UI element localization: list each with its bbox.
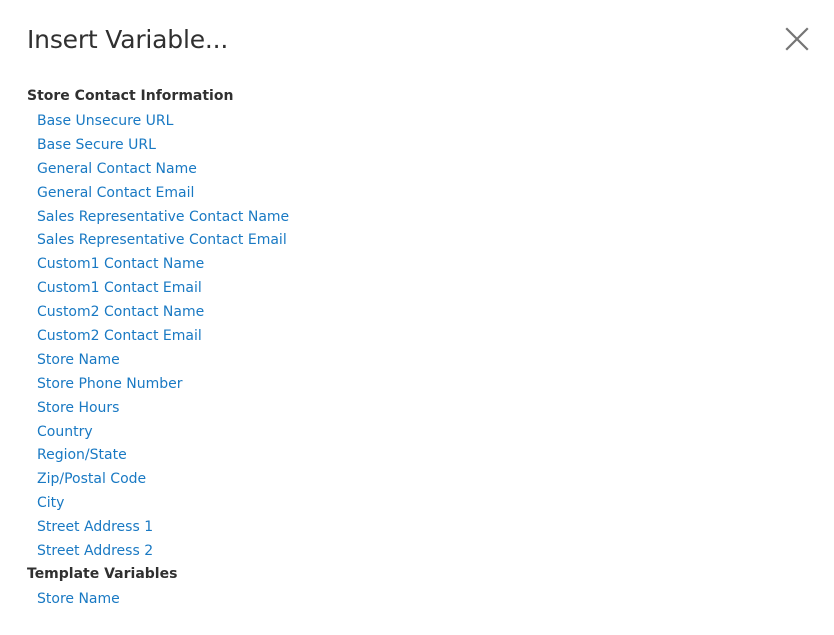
variable-list: Base Unsecure URL Base Secure URL General …: [27, 108, 289, 562]
variable-link[interactable]: Sales Representative Contact Name: [37, 209, 289, 225]
variable-group-store-contact: Store Contact Information Base Unsecure …: [27, 84, 289, 562]
variable-link[interactable]: Base Unsecure URL: [37, 113, 173, 129]
list-item: Custom1 Contact Email: [27, 275, 289, 299]
list-item: Custom2 Contact Name: [27, 299, 289, 323]
variable-link[interactable]: Store Hours: [37, 400, 119, 416]
list-item: Store Name: [27, 347, 289, 371]
close-button[interactable]: [782, 24, 812, 54]
list-item: Store Phone Number: [27, 371, 289, 395]
list-item: General Contact Name: [27, 156, 289, 180]
variable-link[interactable]: Store Name: [37, 352, 120, 368]
variable-group-template: Template Variables Store Name: [27, 562, 289, 610]
list-item: Street Address 2: [27, 538, 289, 562]
variable-link[interactable]: Sales Representative Contact Email: [37, 232, 287, 248]
list-item: Street Address 1: [27, 514, 289, 538]
variable-link[interactable]: Custom2 Contact Email: [37, 328, 202, 344]
variable-list: Store Name: [27, 586, 289, 610]
group-heading: Store Contact Information: [27, 88, 234, 104]
list-item: Country: [27, 419, 289, 443]
variable-link[interactable]: General Contact Email: [37, 185, 194, 201]
list-item: Store Hours: [27, 395, 289, 419]
variable-link[interactable]: General Contact Name: [37, 161, 197, 177]
list-item: General Contact Email: [27, 180, 289, 204]
list-item: Zip/Postal Code: [27, 466, 289, 490]
list-item: Base Secure URL: [27, 132, 289, 156]
variable-link[interactable]: Region/State: [37, 447, 127, 463]
list-item: Custom1 Contact Name: [27, 251, 289, 275]
list-item: City: [27, 490, 289, 514]
variable-link[interactable]: Custom1 Contact Name: [37, 256, 204, 272]
list-item: Sales Representative Contact Name: [27, 204, 289, 228]
variable-link[interactable]: Custom1 Contact Email: [37, 280, 202, 296]
variable-link[interactable]: Base Secure URL: [37, 137, 156, 153]
group-heading: Template Variables: [27, 565, 178, 582]
variable-link[interactable]: City: [37, 495, 64, 511]
close-icon: [785, 27, 809, 51]
list-item: Region/State: [27, 442, 289, 466]
modal-title: Insert Variable...: [27, 25, 229, 54]
variables-list: Store Contact Information Base Unsecure …: [27, 84, 289, 610]
list-item: Base Unsecure URL: [27, 108, 289, 132]
variable-link[interactable]: Street Address 2: [37, 543, 153, 559]
list-item: Custom2 Contact Email: [27, 323, 289, 347]
list-item: Store Name: [27, 586, 289, 610]
variable-link[interactable]: Store Phone Number: [37, 376, 183, 392]
list-item: Sales Representative Contact Email: [27, 227, 289, 251]
variable-link[interactable]: Country: [37, 424, 93, 440]
variable-link[interactable]: Zip/Postal Code: [37, 471, 146, 487]
variable-link[interactable]: Street Address 1: [37, 519, 153, 535]
variable-link[interactable]: Custom2 Contact Name: [37, 304, 204, 320]
variable-link[interactable]: Store Name: [37, 591, 120, 607]
